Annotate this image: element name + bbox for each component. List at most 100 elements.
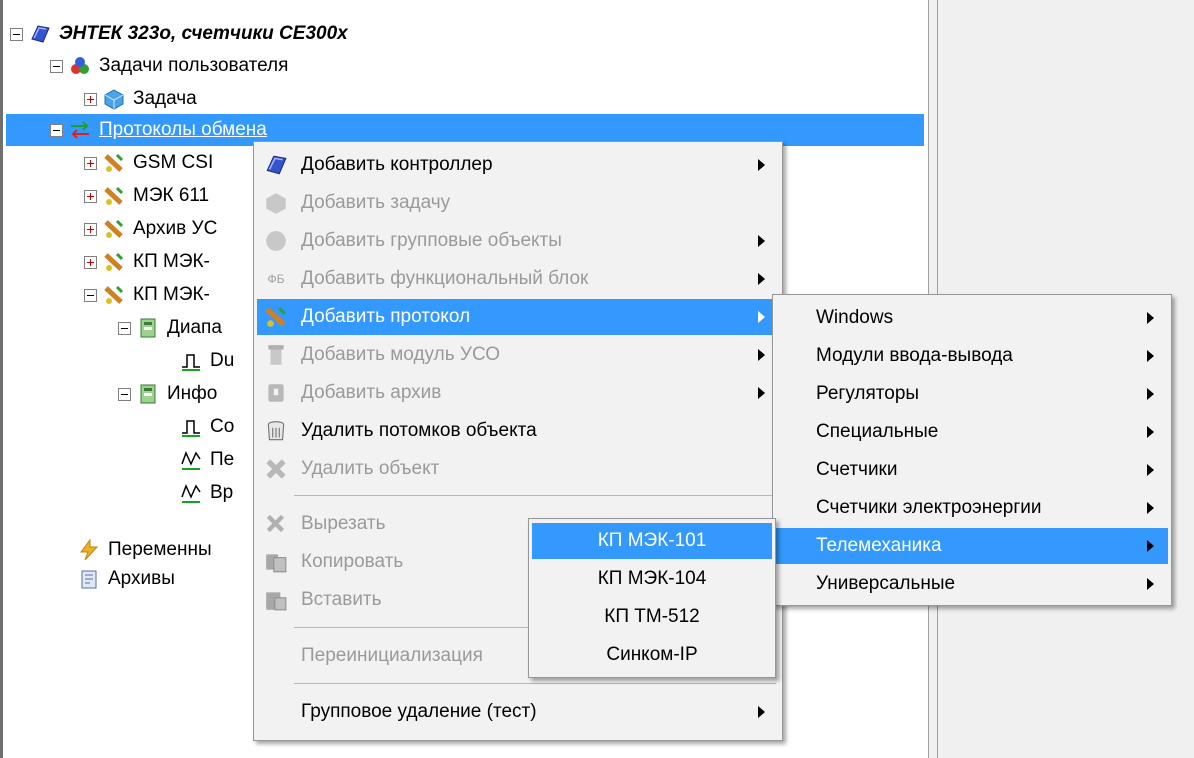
menu-item-label: Добавить протокол [301,306,471,327]
menu-item-add-uso-module[interactable]: Добавить модуль УСО [257,337,779,373]
submenu-item-kp-iec-101[interactable]: КП МЭК-101 [532,523,772,559]
task-icon [103,88,125,110]
expand-icon[interactable] [84,92,97,106]
controller-icon [261,150,291,180]
tree-node-protocol-gsm[interactable]: GSM CSI [84,147,213,179]
collapse-icon[interactable] [118,321,131,335]
submenu-arrow-icon [1147,388,1154,400]
submenu-arrow-icon [1147,540,1154,552]
menu-item-add-group-objects[interactable]: Добавить групповые объекты [257,223,779,259]
expand-icon[interactable] [84,189,97,203]
submenu-arrow-icon [758,706,765,718]
submenu-item-label: Windows [816,307,894,328]
submenu-item-label: Счетчики [816,459,898,480]
menu-item-label: Вставить [301,589,382,610]
expand-icon[interactable] [84,156,97,170]
tree-node-vr[interactable]: Вр [180,477,233,509]
tree-node-protocols[interactable]: Протоколы обмена [50,114,267,146]
menu-item-delete-object[interactable]: Удалить объект [257,451,779,487]
submenu-item-regulators[interactable]: Регуляторы [776,376,1168,412]
tree-node-range[interactable]: Диапа [118,312,222,344]
tree-node-protocol-archive[interactable]: Архив УС [84,213,217,245]
analog-signal-icon [180,449,202,471]
menu-item-delete-children[interactable]: Удалить потомков объекта [257,413,779,449]
menu-item-add-task[interactable]: Добавить задачу [257,185,779,221]
submenu-item-electricity-meters[interactable]: Счетчики электроэнергии [776,490,1168,526]
submenu-item-label: Телемеханика [816,535,942,556]
submenu-arrow-icon [758,273,765,285]
protocol-submenu: Windows Модули ввода-вывода Регуляторы С… [772,294,1172,606]
submenu-item-universal[interactable]: Универсальные [776,566,1168,602]
menu-item-group-delete-test[interactable]: Групповое удаление (тест) [257,694,779,730]
trash-icon [261,416,291,446]
submenu-arrow-icon [758,159,765,171]
submenu-item-telemechanics[interactable]: Телемеханика [776,528,1168,564]
expand-icon[interactable] [84,222,97,236]
archive-book-icon [78,568,100,590]
tree-node-du[interactable]: Du [180,345,234,377]
collapse-icon[interactable] [10,27,23,41]
tree-node-variables[interactable]: Переменны [78,534,212,566]
submenu-arrow-icon [758,349,765,361]
tree-label-du: Du [210,350,235,371]
submenu-item-meters[interactable]: Счетчики [776,452,1168,488]
tree-node-user-tasks[interactable]: Задачи пользователя [50,50,288,82]
menu-icon-placeholder [261,697,291,727]
submenu-arrow-icon [758,387,765,399]
menu-item-label: Добавить функциональный блок [301,268,589,289]
tree-node-protocol-iec611[interactable]: МЭК 611 [84,180,209,212]
tree-node-task[interactable]: Задача [84,83,197,115]
archive-icon [261,378,291,408]
tree-label-protocol: GSM CSI [133,152,214,173]
menu-item-label: Добавить модуль УСО [301,344,501,365]
protocol-plug-icon [103,218,125,240]
collapse-icon[interactable] [50,123,63,137]
discrete-signal-icon [180,416,202,438]
tree-label-protocol: МЭК 611 [133,185,210,206]
submenu-item-kp-iec-104[interactable]: КП МЭК-104 [532,561,772,597]
protocol-plug-icon [103,185,125,207]
submenu-item-sinkom-ip[interactable]: Синком-IP [532,637,772,673]
tree-label-task: Задача [133,88,197,109]
collapse-icon[interactable] [118,387,131,401]
collapse-icon[interactable] [50,59,63,73]
lightning-icon [78,539,100,561]
paste-icon [261,585,291,615]
tree-node-archives[interactable]: Архивы [78,563,175,595]
menu-item-label: Вырезать [301,513,386,534]
submenu-arrow-icon [1147,350,1154,362]
menu-item-add-function-block[interactable]: ФБ Добавить функциональный блок [257,261,779,297]
analog-signal-icon [180,482,202,504]
tree-label-info: Инфо [167,383,218,404]
tree-node-info[interactable]: Инфо [118,378,217,410]
expand-icon[interactable] [84,255,97,269]
submenu-item-label: Специальные [816,421,939,442]
uso-module-icon [261,340,291,370]
tree-label-protocols: Протоколы обмена [99,119,267,140]
tree-label-archives: Архивы [108,568,175,589]
user-tasks-icon [69,55,91,77]
exchange-arrows-icon [69,119,91,141]
submenu-item-label: Модули ввода-вывода [816,345,1013,366]
tree-node-pe[interactable]: Пе [180,444,234,476]
delete-x-icon [261,454,291,484]
submenu-item-label: Универсальные [816,573,956,594]
tree-node-protocol-kp-iec-b[interactable]: КП МЭК- [84,279,210,311]
tree-label-protocol: Архив УС [133,218,218,239]
cut-icon [261,509,291,539]
tree-node-root[interactable]: ЭНТЕК 323о, счетчики CE300x [10,18,348,50]
menu-item-add-archive[interactable]: Добавить архив [257,375,779,411]
data-group-icon [137,317,159,339]
tree-node-protocol-kp-iec-a[interactable]: КП МЭК- [84,246,210,278]
submenu-item-io-modules[interactable]: Модули ввода-вывода [776,338,1168,374]
submenu-item-windows[interactable]: Windows [776,300,1168,336]
menu-separator [294,495,776,496]
menu-item-add-controller[interactable]: Добавить контроллер [257,147,779,183]
menu-item-label: Групповое удаление (тест) [301,701,537,722]
collapse-icon[interactable] [84,288,97,302]
tree-label-pe: Пе [210,449,235,470]
tree-node-co[interactable]: Co [180,411,234,443]
submenu-item-special[interactable]: Специальные [776,414,1168,450]
menu-item-add-protocol[interactable]: Добавить протокол [257,299,779,335]
submenu-item-kp-tm-512[interactable]: КП ТМ-512 [532,599,772,635]
